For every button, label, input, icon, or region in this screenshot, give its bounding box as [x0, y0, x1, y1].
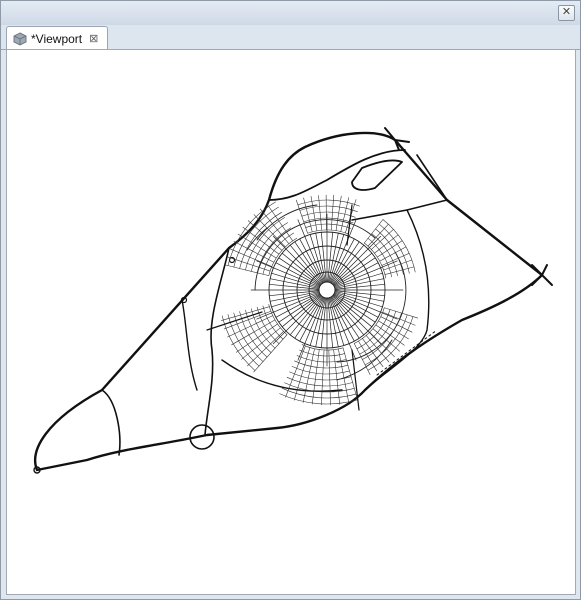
- viewport-canvas[interactable]: [6, 49, 576, 595]
- road-network-map: [33, 127, 553, 474]
- inner-road: [181, 299, 198, 391]
- sector-blocks: [221, 194, 419, 406]
- radial-spokes: [250, 213, 404, 367]
- inner-road: [204, 247, 230, 436]
- inner-road: [351, 159, 403, 191]
- inner-road: [221, 359, 343, 392]
- app-window: ✕ *Viewport ⊠: [0, 0, 581, 600]
- tab-close-button[interactable]: ⊠: [89, 32, 98, 45]
- interchange: [531, 264, 553, 286]
- tab-bar: *Viewport ⊠: [1, 25, 580, 71]
- interchange: [384, 127, 410, 151]
- dashed-road: [376, 329, 438, 376]
- title-bar: ✕: [1, 1, 580, 25]
- inner-road: [101, 389, 121, 456]
- tab-viewport[interactable]: *Viewport ⊠: [6, 26, 108, 50]
- cube-icon: [13, 31, 27, 46]
- window-close-button[interactable]: ✕: [558, 5, 575, 21]
- tab-label: *Viewport: [31, 31, 83, 46]
